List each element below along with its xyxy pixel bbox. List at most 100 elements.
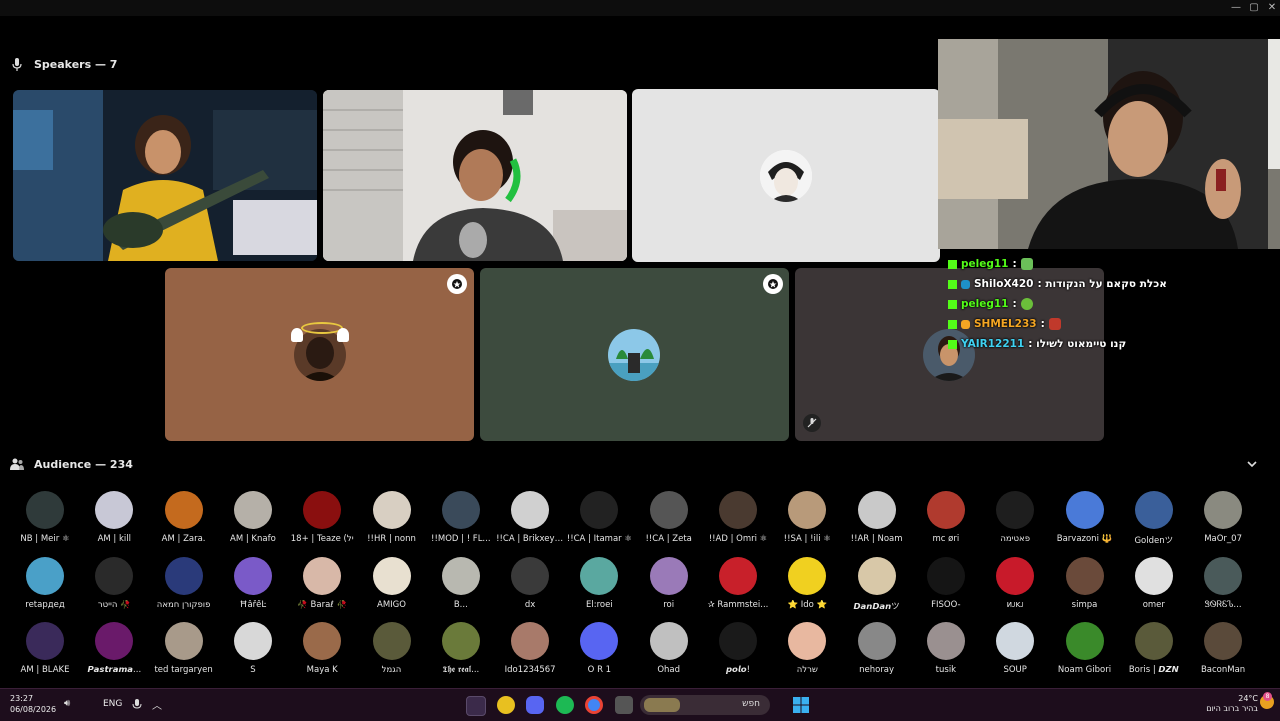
audience-member[interactable]: הגמל [358,622,426,675]
discord-icon[interactable] [526,696,544,714]
audience-member[interactable]: 🥀 Baraℓ 🥀 [288,557,356,610]
steam-icon[interactable] [466,696,486,716]
wing-left-icon [291,328,303,342]
audience-member[interactable]: Goldenツ [1120,491,1188,546]
audience-member[interactable]: פופקורן חמאה [150,557,218,610]
audience-member[interactable]: !!CA | Brikxey ⚛ [496,491,564,544]
audience-member[interactable]: AM | Knafo [219,491,287,544]
audience-member[interactable]: ted targaryen [150,622,218,675]
audience-member[interactable]: BaconMan [1189,622,1257,675]
audience-member[interactable]: O R 1 [565,622,633,675]
audience-member[interactable]: Barvazoni 🔱 [1051,491,1119,544]
audience-member[interactable]: mc øri [912,491,980,544]
audience-member[interactable]: פאטימה [981,491,1049,544]
audience-member[interactable]: B... [427,557,495,610]
audience-avatar [372,622,411,660]
speaker-avatar-tile[interactable] [795,268,1104,441]
audience-header: Audience — 234 [10,457,133,471]
speaker-avatar-tile[interactable] [632,89,940,262]
audience-member[interactable]: !!CA | Zeta [635,491,703,544]
audience-member[interactable]: SOUP [981,622,1049,675]
audience-member[interactable]: AM | Zara. [150,491,218,544]
audience-name: ĦẫřềĿ [239,600,267,610]
audience-member[interactable]: Noam Gibori [1051,622,1119,675]
audience-member[interactable]: Ohad [635,622,703,675]
chrome-icon[interactable] [585,696,603,714]
audience-member[interactable]: roi [635,557,703,610]
app-icon[interactable] [497,696,515,714]
audience-avatar [857,491,896,529]
audience-member[interactable]: 𝕿𝖍𝖊 𝖗𝖊𝖆𝖑... [427,622,495,675]
audience-name: 18+ | Teaze (יל [290,534,354,544]
audience-member[interactable]: AM | BLAKE [11,622,79,675]
audience-member[interactable]: retардед [11,557,79,610]
clock-time: 23:27 [10,694,34,703]
kick-badge-icon [948,279,957,289]
audience-member[interactable]: !!SA | !ili ⚛ [773,491,841,544]
audience-member[interactable]: FISOO- [912,557,980,610]
audience-member[interactable]: AM | kill [80,491,148,544]
audience-member[interactable]: 18+ | Teaze (יל [288,491,356,544]
audience-member[interactable]: 𝘿𝙖𝙣𝘿𝙖𝙣ツ [843,557,911,612]
speaker-video-tile[interactable] [323,90,627,261]
audience-member[interactable]: !!AR | Noam [843,491,911,544]
search-box[interactable]: חפש [640,695,770,715]
audience-member[interactable]: ĦẫřềĿ [219,557,287,610]
audience-name: AM | Zara. [161,534,206,544]
audience-member[interactable]: !!CA | Itamar ⚛ [565,491,633,544]
tray-chevron-up-icon[interactable]: ︿ [152,697,162,712]
spotify-icon[interactable] [556,696,574,714]
task-view-icon[interactable] [615,696,633,714]
audience-member[interactable]: tusik [912,622,980,675]
moderator-badge-icon [763,274,783,294]
audience-member[interactable]: omer [1120,557,1188,610]
audience-member[interactable]: nehoray [843,622,911,675]
speaker-video-tile[interactable] [13,90,317,261]
speaker-avatar-tile[interactable] [480,268,789,441]
audience-member[interactable]: Ido1234567 [496,622,564,675]
audience-member[interactable]: Boris | 𝘿𝙕𝙉 [1120,622,1188,675]
windows-start-icon[interactable] [792,696,810,714]
audience-member[interactable]: שרלה [773,622,841,675]
chat-text: : [1040,318,1045,330]
audience-member[interactable]: Maya K [288,622,356,675]
chat-username: peleg11 [961,298,1009,310]
volume-icon[interactable]: 🔊︎ [64,698,70,709]
audience-member[interactable]: dx [496,557,564,610]
audience-name: !!CA | Itamar ⚛ [566,534,632,544]
audience-avatar [441,491,480,529]
audience-member[interactable]: ✰ Rammstei... [704,557,772,610]
audience-member[interactable]: NB | Meir ⚛ [11,491,79,544]
weather-widget[interactable]: 24°C בהיר ברוב היום [1206,694,1258,714]
audience-member[interactable]: S [219,622,287,675]
close-button[interactable]: ✕ [1262,0,1280,16]
audience-member[interactable]: הייטר 🥀 [80,557,148,610]
audience-member[interactable]: ᴎᴊᴋᴊ [981,557,1049,610]
audience-member[interactable]: MaOr_07 [1189,491,1257,544]
notification-badge: 8 [1263,692,1272,701]
audience-member[interactable]: !!MOD | ! FL... [427,491,495,544]
audience-avatar [95,622,134,660]
language-indicator[interactable]: ENG [103,699,122,709]
audience-member[interactable]: El:roei [565,557,633,610]
audience-avatar [996,491,1035,529]
clock[interactable]: 23:27 06/08/2026 [10,693,56,715]
emote-icon [1020,298,1033,310]
speaker-avatar [760,150,812,202]
audience-member[interactable]: !!HR | nonn [358,491,426,544]
audience-member[interactable]: 𝙥𝙤𝙡𝙤! [704,622,772,675]
audience-avatar [996,622,1035,660]
audience-member[interactable]: AMIGO [358,557,426,610]
audience-name: FISOO- [931,600,961,610]
audience-member[interactable]: ⭐ Ido ⭐ [773,557,841,610]
audience-member[interactable]: simpa [1051,557,1119,610]
speaker-avatar-tile[interactable] [165,268,474,441]
collapse-chevron-icon[interactable] [1244,456,1260,472]
maximize-button[interactable]: ▢ [1244,0,1264,16]
taskbar-mic-icon[interactable] [132,697,142,711]
audience-member[interactable]: !!AD | Omri ⚛ [704,491,772,544]
audience-member[interactable]: 𝙋𝙖𝙨𝙩𝙧𝙖𝙢𝙖... [80,622,148,675]
minimize-button[interactable]: — [1226,0,1246,16]
audience-member[interactable]: ᏕᏫᏒᏋᏖ... [1189,557,1257,610]
chat-text: : אכלת סקאם על הנקודות [1037,278,1167,290]
